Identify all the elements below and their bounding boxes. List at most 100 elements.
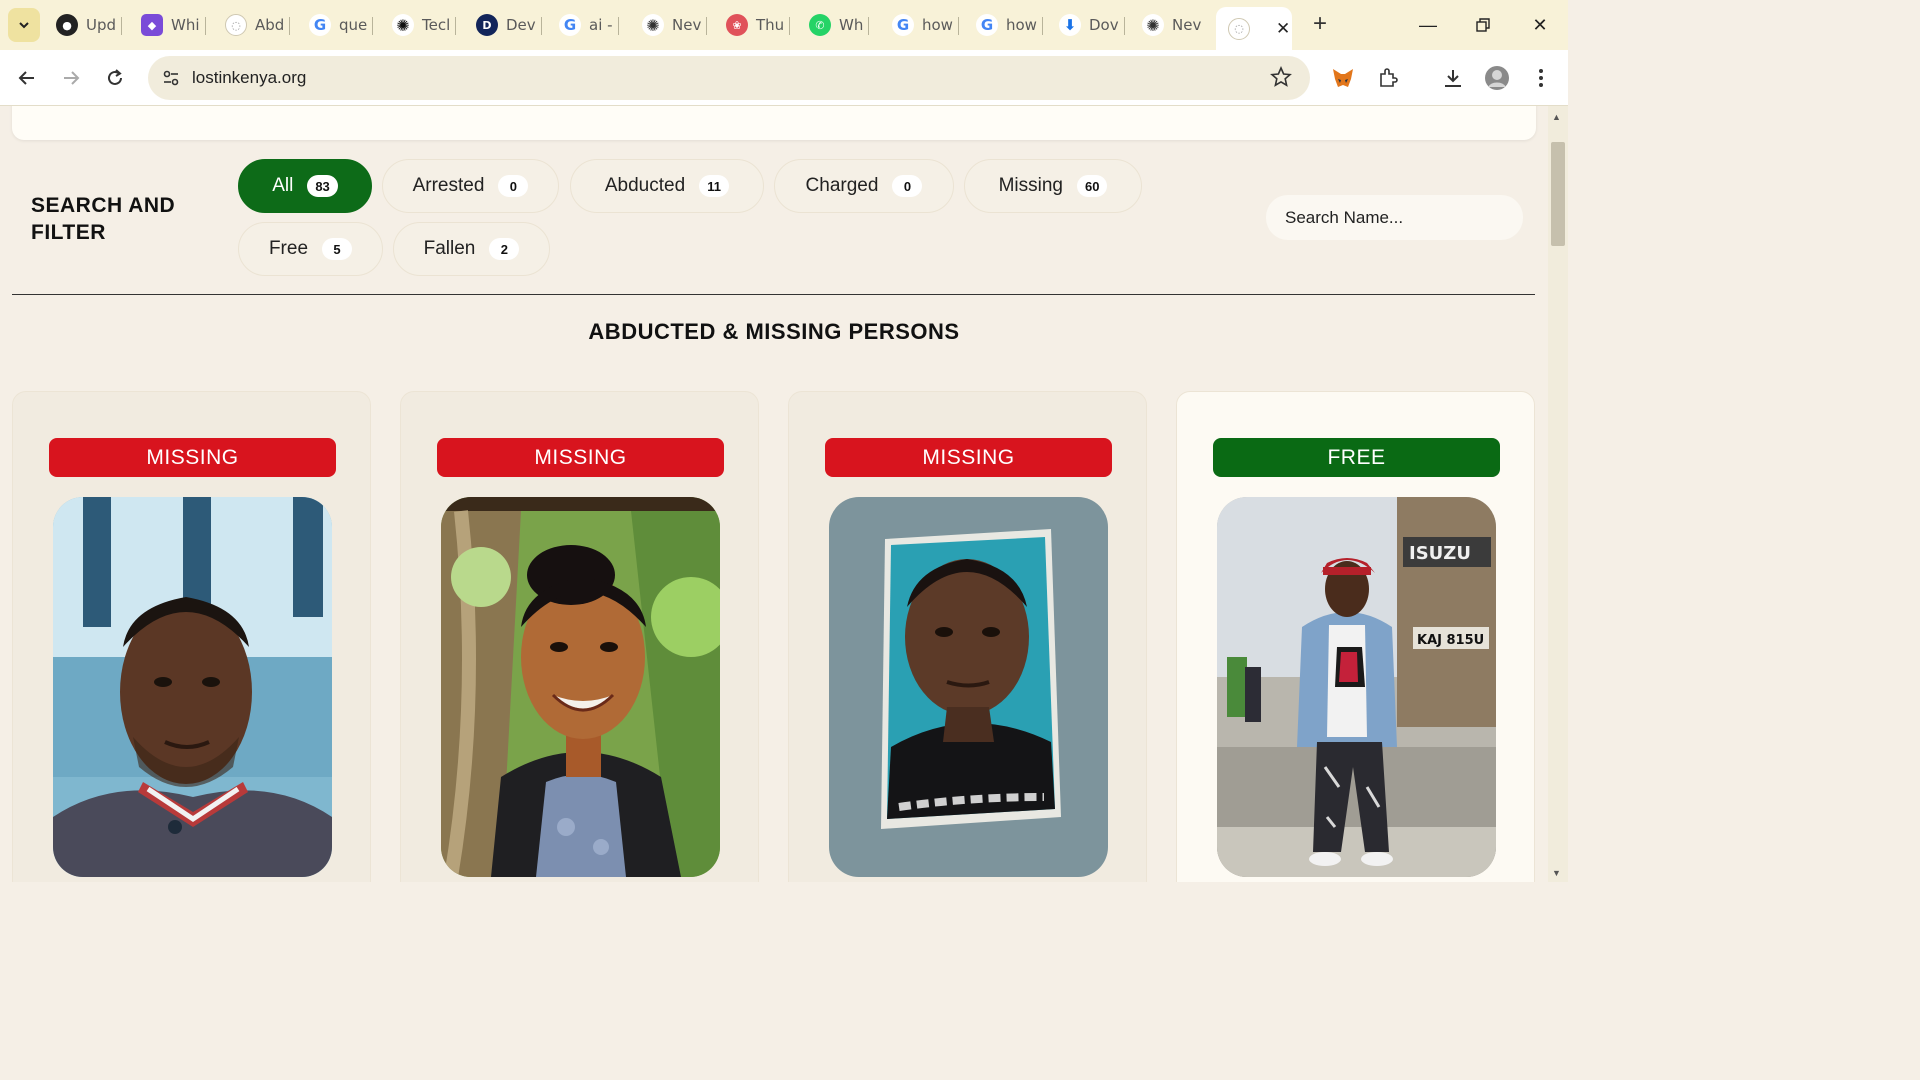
browser-tab[interactable]: ● Upd [56, 7, 123, 43]
person-photo [829, 497, 1108, 877]
tab-label: Dev [506, 16, 536, 34]
page-scrollbar[interactable]: ▲ ▼ [1548, 106, 1568, 882]
browser-tab[interactable]: ✺ Tecl [392, 7, 457, 43]
person-photo [53, 497, 332, 877]
scroll-up-icon[interactable]: ▲ [1552, 112, 1561, 122]
tab-search-button[interactable] [8, 8, 40, 42]
close-tab-icon[interactable]: ✕ [1276, 19, 1290, 39]
tab-label: Abd [255, 16, 285, 34]
google-icon: G [309, 14, 331, 36]
browser-menu-icon[interactable] [1527, 64, 1555, 92]
whatsapp-icon: ✆ [809, 14, 831, 36]
browser-tab[interactable]: D Dev [476, 7, 542, 43]
forward-icon[interactable] [55, 62, 87, 94]
bookmark-star-icon[interactable] [1270, 65, 1292, 93]
globe-icon: ◌ [225, 14, 247, 36]
browser-tab[interactable]: ✆ Wh [809, 7, 870, 43]
person-card[interactable]: MISSING [788, 391, 1147, 882]
google-icon: G [892, 14, 914, 36]
person-card[interactable]: FREE ISUZU KAJ 815U [1176, 391, 1535, 882]
chip-label: Free [268, 238, 309, 259]
browser-tab[interactable]: G how [976, 7, 1043, 43]
status-badge: MISSING [49, 438, 336, 477]
tab-label: how [922, 16, 953, 34]
filter-chip-all[interactable]: All 83 [238, 159, 372, 213]
chip-label: Charged [805, 175, 879, 196]
close-window-icon[interactable]: ✕ [1520, 10, 1560, 40]
chip-count: 60 [1076, 175, 1108, 197]
filter-chip-missing[interactable]: Missing 60 [964, 159, 1142, 213]
restore-icon[interactable] [1463, 10, 1503, 40]
tab-label: Wh [839, 16, 864, 34]
browser-tab[interactable]: ✺ Nev [642, 7, 708, 43]
chip-label: Abducted [604, 175, 686, 196]
chip-count: 0 [498, 175, 529, 197]
chip-count: 0 [892, 175, 923, 197]
minimize-icon[interactable]: — [1408, 10, 1448, 40]
chip-label: Missing [998, 175, 1063, 196]
person-card[interactable]: MISSING [12, 391, 371, 882]
browser-tab[interactable]: G ai - [559, 7, 619, 43]
scroll-down-icon[interactable]: ▼ [1552, 868, 1561, 878]
site-info-icon[interactable] [156, 69, 186, 87]
status-badge: FREE [1213, 438, 1500, 477]
chip-label: Fallen [423, 238, 476, 259]
download-icon[interactable] [1439, 64, 1467, 92]
filter-chip-abducted[interactable]: Abducted 11 [570, 159, 764, 213]
tab-strip: ● Upd ◆ Whi ◌ Abd G que ✺ Tecl D Dev G a… [0, 0, 1568, 50]
browser-tab[interactable]: ❀ Thu [726, 7, 791, 43]
metamask-extension-icon[interactable] [1329, 64, 1357, 92]
chip-label: Arrested [412, 175, 485, 196]
person-card[interactable]: MISSING [400, 391, 759, 882]
reload-icon[interactable] [99, 62, 131, 94]
filter-chip-charged[interactable]: Charged 0 [774, 159, 954, 213]
tab-label: Nev [1172, 16, 1202, 34]
filter-chip-fallen[interactable]: Fallen 2 [393, 222, 550, 276]
google-icon: G [559, 14, 581, 36]
plate-text: KAJ 815U [1417, 633, 1484, 648]
filter-chip-free[interactable]: Free 5 [238, 222, 383, 276]
url-text: lostinkenya.org [192, 68, 307, 87]
filter-chip-arrested[interactable]: Arrested 0 [382, 159, 559, 213]
truck-brand-text: ISUZU [1409, 543, 1471, 564]
person-photo: ISUZU KAJ 815U [1217, 497, 1496, 877]
openai-icon: ✺ [642, 14, 664, 36]
browser-tab[interactable]: G how [892, 7, 959, 43]
tab-label: Upd [86, 16, 117, 34]
back-icon[interactable] [11, 62, 43, 94]
tab-label: que [339, 16, 368, 34]
chip-label: All [272, 175, 294, 196]
google-icon: G [976, 14, 998, 36]
tab-label: ai - [589, 16, 613, 34]
openai-icon: ✺ [392, 14, 414, 36]
scrollbar-thumb[interactable] [1551, 142, 1565, 246]
section-title: ABDUCTED & MISSING PERSONS [588, 319, 960, 344]
address-bar[interactable]: lostinkenya.org [148, 56, 1310, 100]
person-photo [441, 497, 720, 877]
chip-count: 11 [699, 175, 730, 197]
browser-tab[interactable]: ◌ Abd [225, 7, 291, 43]
status-badge: MISSING [437, 438, 724, 477]
tab-label: how [1006, 16, 1037, 34]
search-name-input[interactable] [1266, 195, 1523, 240]
brain-icon: ❀ [726, 14, 748, 36]
tab-label: Thu [756, 16, 785, 34]
extensions-icon[interactable] [1374, 64, 1402, 92]
browser-tab[interactable]: G que [309, 7, 374, 43]
chip-count: 5 [322, 238, 353, 260]
chat-app-icon: ◆ [141, 14, 163, 36]
tab-label: Tecl [422, 16, 451, 34]
chip-count: 2 [489, 238, 520, 260]
browser-tab[interactable]: ◆ Whi [141, 7, 206, 43]
browser-tab-active[interactable]: ◌ ✕ [1216, 7, 1292, 50]
globe-icon: ◌ [1228, 17, 1250, 40]
profile-avatar[interactable] [1483, 64, 1511, 92]
github-icon: ● [56, 14, 78, 36]
new-tab-button[interactable]: + [1306, 11, 1334, 39]
browser-tab[interactable]: ⬇ Dov [1059, 7, 1125, 43]
download-icon: ⬇ [1059, 14, 1081, 36]
page-content: SEARCH AND FILTER All 83 Arrested 0 Abdu… [0, 106, 1548, 882]
browser-tab[interactable]: ✺ Nev [1142, 7, 1201, 43]
tab-label: Dov [1089, 16, 1119, 34]
chevron-down-icon [19, 22, 29, 29]
